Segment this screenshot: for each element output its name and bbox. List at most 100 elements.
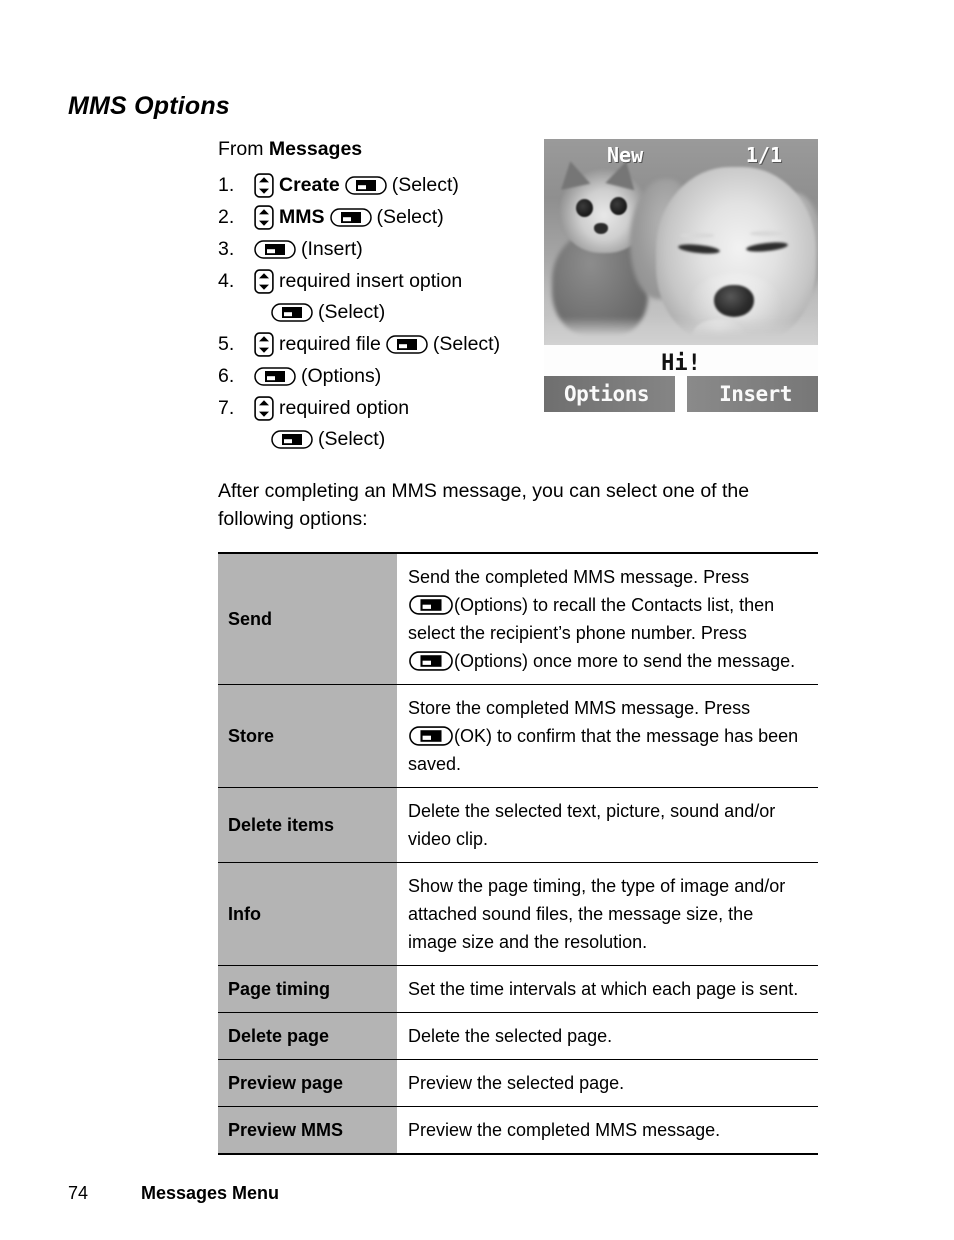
procedure-step: 7. required option (Select) <box>218 393 543 455</box>
step-line: required insert option <box>254 266 543 297</box>
step-text: (Select) <box>318 301 386 323</box>
softkey-icon <box>254 367 296 386</box>
step-line: (Select) <box>254 424 543 455</box>
step-line: (Options) <box>254 361 543 392</box>
table-row: Store Store the completed MMS message. Pr… <box>218 684 818 788</box>
puppy-brow-right <box>750 231 784 236</box>
softkey-icon <box>271 430 313 449</box>
step-text: (Select) <box>391 174 459 196</box>
step-text: image size and the resolution. <box>408 932 648 952</box>
step-text: (OK) to confirm that the message has bee… <box>454 726 799 746</box>
step-text: Preview the selected page. <box>408 1073 625 1093</box>
table-row: Delete items Delete the selected text, pi… <box>218 787 818 863</box>
option-name-cell: Preview MMS <box>218 1106 397 1154</box>
step-number: 5. <box>218 333 235 355</box>
step-text: Send the completed MMS message. Press <box>408 567 750 587</box>
step-text: (Select) <box>432 333 501 355</box>
procedure-step: 1. Create (Select) <box>218 170 543 201</box>
step-text: Store the completed MMS message. Press <box>408 698 751 718</box>
option-name-cell: Info <box>218 862 397 966</box>
mms-options-table: Send Send the completed MMS message. Pres… <box>218 552 818 1155</box>
procedure-step: 6. (Options) <box>218 361 543 392</box>
step-text: required option <box>279 397 410 419</box>
step-line: (Insert) <box>254 234 543 265</box>
kitten-eye-right <box>610 197 627 215</box>
procedure-step-list: 1. Create (Select) 2. MMS (Select) 3. (Insert) 4… <box>218 170 543 455</box>
step-text: (Options) <box>301 365 382 387</box>
step-number: 2. <box>218 206 235 228</box>
softkey-icon <box>409 726 453 746</box>
option-description-cell: Show the page timing, the type of image … <box>397 862 818 966</box>
softkey-icon <box>329 208 372 227</box>
step-text: (Options) once more to send the message. <box>454 651 796 671</box>
description-line: saved. <box>408 750 812 778</box>
description-line: Delete the selected page. <box>408 1022 812 1050</box>
step-text: attached sound files, the message size, … <box>408 904 754 924</box>
step-line: Create (Select) <box>254 170 543 201</box>
phone-status-bar: New 1/1 <box>544 139 818 172</box>
description-line: Show the page timing, the type of image … <box>408 872 812 900</box>
table-row: Preview page Preview the selected page. <box>218 1059 818 1107</box>
intro-paragraph: After completing an MMS message, you can… <box>218 480 750 530</box>
description-line: Store the completed MMS message. Press <box>408 694 812 722</box>
step-text: (Options) to recall the Contacts list, t… <box>454 595 775 615</box>
step-text: Create <box>279 174 340 196</box>
step-text: required insert option <box>279 270 463 292</box>
phone-softkey-left[interactable]: Options <box>544 376 675 412</box>
scroll-icon <box>254 396 274 421</box>
procedure-step: 4. required insert option (Select) <box>218 266 543 328</box>
option-description-cell: Delete the selected text, picture, sound… <box>397 787 818 863</box>
page-title: MMS Options <box>68 92 230 120</box>
footer-page-number: 74 <box>68 1183 89 1203</box>
option-name-cell: Preview page <box>218 1059 397 1107</box>
scroll-icon <box>254 173 274 198</box>
description-line: image size and the resolution. <box>408 928 812 956</box>
procedure-block: From Messages 1. Create (Select) 2. MMS (Sele… <box>218 136 543 456</box>
description-line: (OK) to confirm that the message has bee… <box>408 722 812 750</box>
option-description-cell: Delete the selected page. <box>397 1012 818 1060</box>
step-text: saved. <box>408 754 462 774</box>
scroll-icon <box>254 269 274 294</box>
option-description-cell: Preview the selected page. <box>397 1059 818 1107</box>
step-text: Delete the selected page. <box>408 1026 613 1046</box>
step-number: 4. <box>218 270 235 292</box>
step-number: 1. <box>218 174 235 196</box>
step-text: Show the page timing, the type of image … <box>408 876 786 896</box>
option-name-cell: Delete items <box>218 787 397 863</box>
description-line: Preview the selected page. <box>408 1069 812 1097</box>
description-line: Preview the completed MMS message. <box>408 1116 812 1144</box>
softkey-icon <box>271 303 313 322</box>
phone-softkey-bar: Options Insert <box>544 376 818 412</box>
option-name-cell: Delete page <box>218 1012 397 1060</box>
table-row: Info Show the page timing, the type of im… <box>218 862 818 966</box>
step-text: MMS <box>279 206 325 228</box>
description-line: video clip. <box>408 825 812 853</box>
step-number: 3. <box>218 238 235 260</box>
table-row: Preview MMS Preview the completed MMS mes… <box>218 1106 818 1154</box>
step-text: Set the time intervals at which each pag… <box>408 979 799 999</box>
step-text: (Select) <box>318 428 386 450</box>
option-description-cell: Preview the completed MMS message. <box>397 1106 818 1154</box>
table-row: Page timing Set the time intervals at whi… <box>218 965 818 1013</box>
description-line: (Options) to recall the Contacts list, t… <box>408 591 812 619</box>
step-line: MMS (Select) <box>254 202 543 233</box>
step-text: (Select) <box>376 206 444 228</box>
option-description-cell: Send the completed MMS message. Press (Op… <box>397 553 818 685</box>
description-line: attached sound files, the message size, … <box>408 900 812 928</box>
puppy-brow-left <box>680 233 714 238</box>
option-name-cell: Store <box>218 684 397 788</box>
table-row: Send Send the completed MMS message. Pres… <box>218 553 818 685</box>
procedure-step: 5. required file (Select) <box>218 329 543 360</box>
softkey-icon <box>344 176 387 195</box>
option-name-cell: Page timing <box>218 965 397 1013</box>
kitten-nose <box>594 223 608 234</box>
procedure-step: 2. MMS (Select) <box>218 202 543 233</box>
step-line: (Select) <box>254 297 543 328</box>
option-description-cell: Set the time intervals at which each pag… <box>397 965 818 1013</box>
status-title: New <box>607 143 644 167</box>
description-line: (Options) once more to send the message. <box>408 647 812 675</box>
phone-softkey-right[interactable]: Insert <box>687 376 818 412</box>
from-prefix: From <box>218 138 269 160</box>
step-text: required file <box>279 333 381 355</box>
softkey-icon <box>409 651 453 671</box>
